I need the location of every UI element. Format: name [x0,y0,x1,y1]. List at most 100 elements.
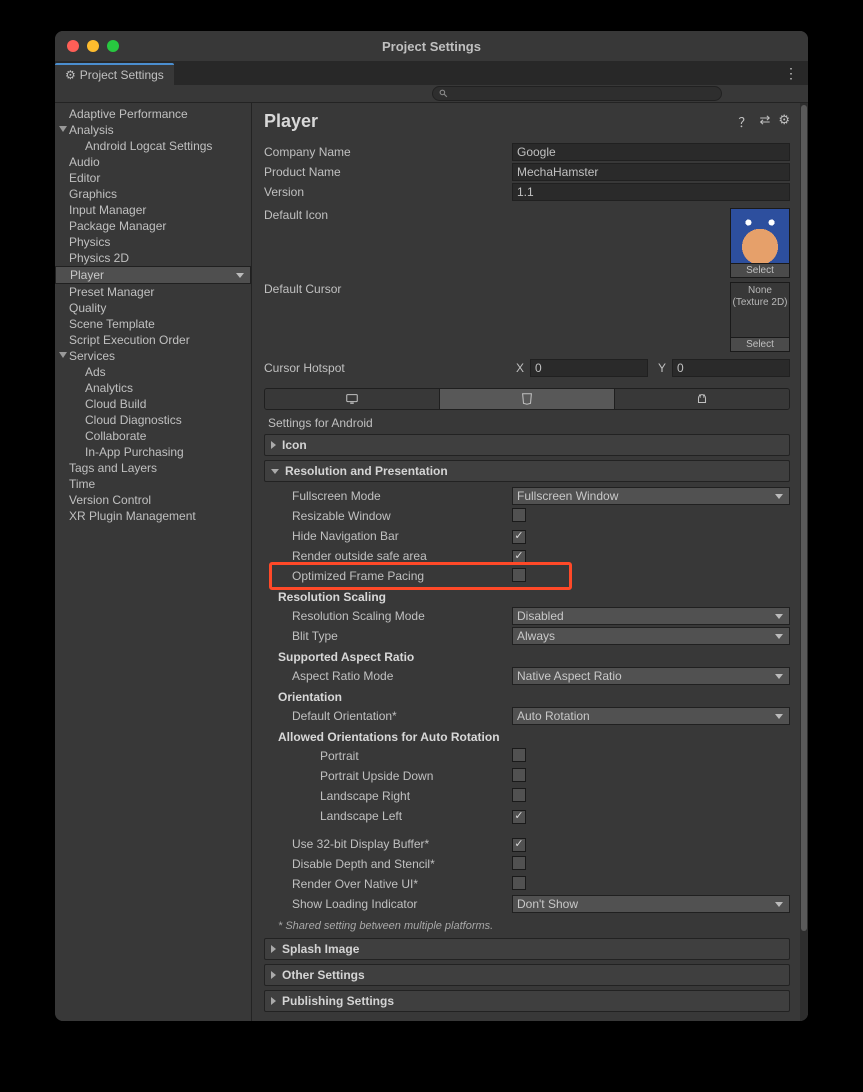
sidebar-item-xr-plugin-management[interactable]: XR Plugin Management [55,508,251,524]
cursor-none-text: None [748,285,772,297]
loading-indicator-label: Show Loading Indicator [264,897,512,911]
titlebar: Project Settings [55,31,808,61]
sidebar-item-analytics[interactable]: Analytics [55,380,251,396]
platform-tabs [264,388,790,410]
platform-tab-standalone[interactable] [265,389,440,409]
sidebar-item-script-execution-order[interactable]: Script Execution Order [55,332,251,348]
sidebar-item-scene-template[interactable]: Scene Template [55,316,251,332]
hotspot-y-input[interactable] [672,359,790,377]
allowed-orientations-heading: Allowed Orientations for Auto Rotation [264,726,790,746]
fullscreen-mode-select[interactable]: Fullscreen Window [512,487,790,505]
minimize-window-button[interactable] [87,40,99,52]
sidebar-item-cloud-diagnostics[interactable]: Cloud Diagnostics [55,412,251,428]
body: Adaptive PerformanceAnalysisAndroid Logc… [55,103,808,1021]
panel-header-actions: ？ ⇄ ⚙ [738,112,790,131]
company-name-input[interactable] [512,143,790,161]
disable-depth-stencil-label: Disable Depth and Stencil* [264,857,512,871]
sidebar-item-version-control[interactable]: Version Control [55,492,251,508]
default-orientation-select[interactable]: Auto Rotation [512,707,790,725]
sidebar-item-preset-manager[interactable]: Preset Manager [55,284,251,300]
default-icon-slot[interactable]: Select [730,208,790,278]
sidebar-item-time[interactable]: Time [55,476,251,492]
zoom-window-button[interactable] [107,40,119,52]
settings-gear-icon[interactable]: ⚙ [778,112,790,131]
landscape-left-label: Landscape Left [264,809,512,823]
sidebar-item-tags-and-layers[interactable]: Tags and Layers [55,460,251,476]
project-settings-window: Project Settings ⚙ Project Settings ⋮ Ad… [55,31,808,1021]
sidebar-item-in-app-purchasing[interactable]: In-App Purchasing [55,444,251,460]
close-window-button[interactable] [67,40,79,52]
vertical-scrollbar[interactable] [800,103,808,1021]
sidebar-item-android-logcat-settings[interactable]: Android Logcat Settings [55,138,251,154]
blit-type-select[interactable]: Always [512,627,790,645]
resizable-window-checkbox[interactable] [512,508,526,522]
sidebar-item-ads[interactable]: Ads [55,364,251,380]
landscape-left-checkbox[interactable] [512,810,526,824]
aspect-ratio-mode-select[interactable]: Native Aspect Ratio [512,667,790,685]
tab-project-settings[interactable]: ⚙ Project Settings [55,63,174,85]
product-name-input[interactable] [512,163,790,181]
section-icon[interactable]: Icon [264,434,790,456]
scaling-mode-select[interactable]: Disabled [512,607,790,625]
sidebar-item-analysis[interactable]: Analysis [55,122,251,138]
default-cursor-select-button[interactable]: Select [730,338,790,352]
default-icon-select-button[interactable]: Select [730,264,790,278]
version-row: Version [264,182,790,202]
platform-tab-android[interactable] [615,389,789,409]
default-icon-label: Default Icon [264,208,512,278]
tab-bar: ⚙ Project Settings ⋮ [55,61,808,85]
portrait-checkbox[interactable] [512,748,526,762]
hamster-icon [731,209,789,263]
portrait-upside-down-checkbox[interactable] [512,768,526,782]
tab-options-button[interactable]: ⋮ [774,61,808,85]
aspect-ratio-heading: Supported Aspect Ratio [264,646,790,666]
html5-icon [520,392,534,406]
sidebar-item-editor[interactable]: Editor [55,170,251,186]
default-cursor-slot[interactable]: None (Texture 2D) Select [730,282,790,352]
product-name-label: Product Name [264,165,512,179]
optimized-frame-pacing-label: Optimized Frame Pacing [264,569,512,583]
sidebar-item-player[interactable]: Player [55,266,251,284]
sidebar-item-audio[interactable]: Audio [55,154,251,170]
use-32bit-buffer-checkbox[interactable] [512,838,526,852]
version-input[interactable] [512,183,790,201]
render-over-native-checkbox[interactable] [512,876,526,890]
sidebar-item-graphics[interactable]: Graphics [55,186,251,202]
chevron-right-icon [271,997,276,1005]
monitor-icon [345,392,359,406]
sidebar-item-input-manager[interactable]: Input Manager [55,202,251,218]
platform-tab-webgl[interactable] [440,389,615,409]
render-safe-area-checkbox[interactable] [512,550,526,564]
scrollbar-thumb[interactable] [801,105,807,931]
sidebar-item-adaptive-performance[interactable]: Adaptive Performance [55,106,251,122]
sidebar-item-physics-2d[interactable]: Physics 2D [55,250,251,266]
sidebar-item-cloud-build[interactable]: Cloud Build [55,396,251,412]
search-input[interactable] [432,86,722,101]
window-title: Project Settings [55,39,808,54]
sidebar-item-quality[interactable]: Quality [55,300,251,316]
help-icon[interactable]: ？ [738,112,751,131]
loading-indicator-select[interactable]: Don't Show [512,895,790,913]
sidebar-item-collaborate[interactable]: Collaborate [55,428,251,444]
disable-depth-stencil-checkbox[interactable] [512,856,526,870]
render-safe-area-label: Render outside safe area [264,549,512,563]
chevron-right-icon [271,971,276,979]
preset-icon[interactable]: ⇄ [759,112,770,131]
section-splash-image[interactable]: Splash Image [264,938,790,960]
landscape-right-checkbox[interactable] [512,788,526,802]
section-publishing-settings[interactable]: Publishing Settings [264,990,790,1012]
company-name-row: Company Name [264,142,790,162]
cursor-hotspot-row: Cursor Hotspot X Y [264,358,790,378]
section-resolution-presentation[interactable]: Resolution and Presentation [264,460,790,482]
default-cursor-row: Default Cursor None (Texture 2D) Select [264,282,790,352]
main-scroll: Player ？ ⇄ ⚙ Company Name Product Name [252,103,800,1021]
optimized-frame-pacing-checkbox[interactable] [512,568,526,582]
section-other-settings[interactable]: Other Settings [264,964,790,986]
hide-nav-bar-checkbox[interactable] [512,530,526,544]
sidebar-item-services[interactable]: Services [55,348,251,364]
sidebar-item-physics[interactable]: Physics [55,234,251,250]
hotspot-x-input[interactable] [530,359,648,377]
gear-icon: ⚙ [65,68,76,82]
sidebar-item-package-manager[interactable]: Package Manager [55,218,251,234]
chevron-right-icon [271,945,276,953]
